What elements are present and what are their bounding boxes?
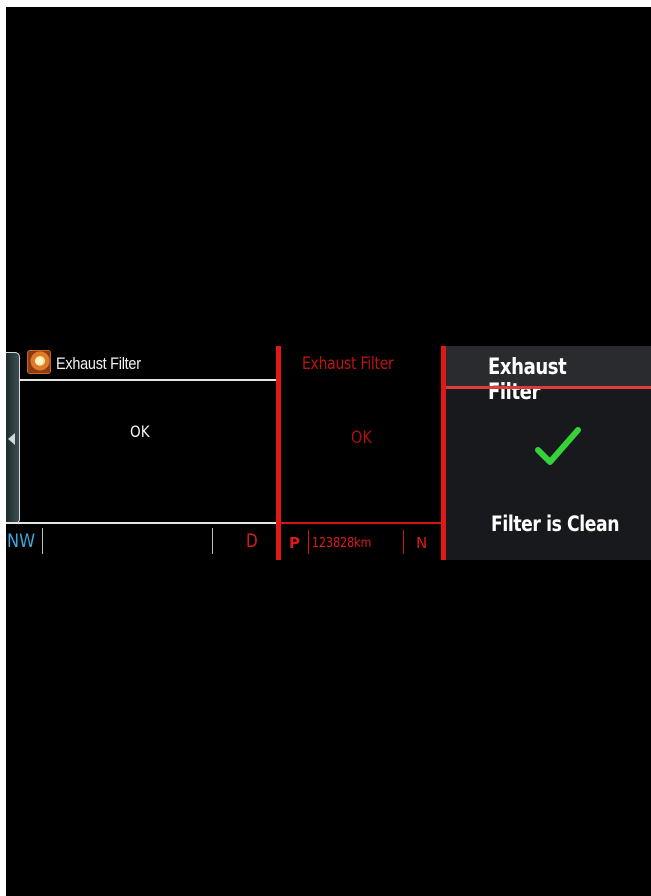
filter-message: Filter is Clean [491,512,620,536]
panel-header: Exhaust Filter [446,346,651,405]
screen: Exhaust Filter OK NW D Exhaust Filter OK… [0,0,651,896]
classic-cluster-panel: Exhaust Filter OK NW D [6,346,276,560]
checkmark-icon [534,424,582,474]
footer-separator [403,530,404,554]
footer-separator [308,530,309,554]
gear-indicator-secondary: N [416,534,428,552]
panel-title: Exhaust Filter [302,354,394,374]
footer-divider [281,522,441,524]
footer-separator [212,528,213,554]
footer-divider [6,522,276,524]
modern-cluster-panel: Exhaust Filter Filter is Clean [446,346,651,560]
header-divider [19,379,276,381]
filter-status: OK [351,428,372,448]
chevron-left-icon [8,433,15,445]
red-theme-cluster-panel: Exhaust Filter OK P 123828km N [281,346,441,560]
odometer: 123828km [312,536,372,551]
exhaust-filter-warning-icon [27,350,51,374]
compass-heading: NW [7,530,36,552]
top-edge [0,0,651,7]
panel-title: Exhaust Filter [56,354,141,373]
header-accent-line [446,386,651,389]
side-menu-tab[interactable] [6,352,20,524]
footer-separator [42,528,43,554]
filter-status: OK [130,422,150,441]
gear-indicator: P [289,534,300,552]
panel-title: Exhaust Filter [488,355,567,405]
gear-indicator: D [246,530,258,552]
